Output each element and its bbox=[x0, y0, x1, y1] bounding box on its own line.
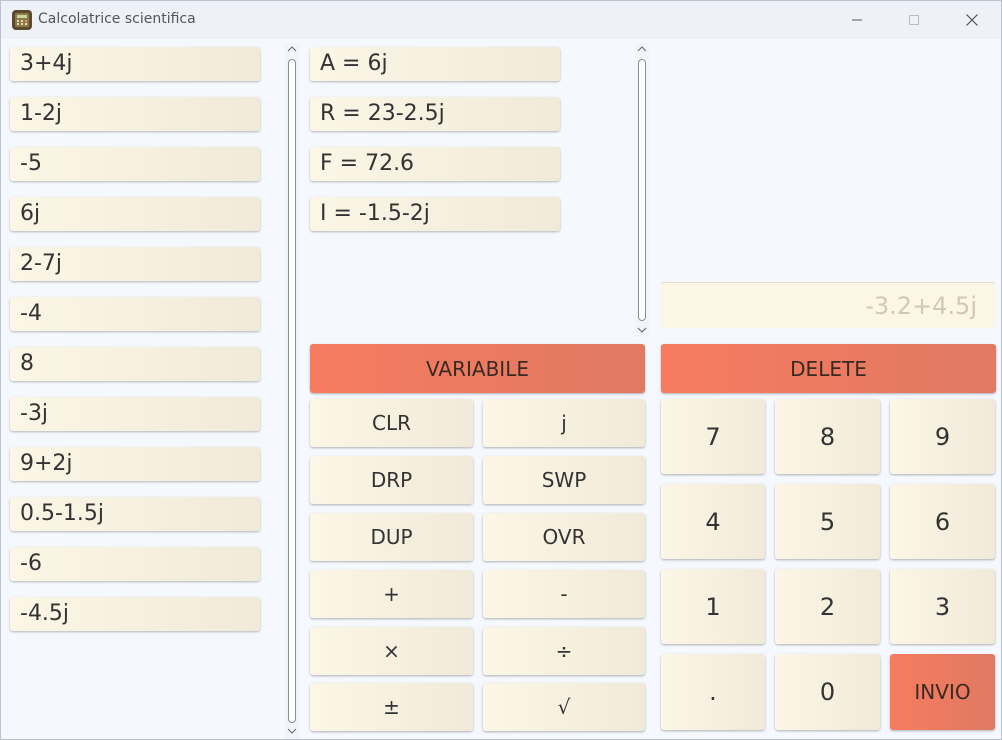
scroll-up-icon[interactable] bbox=[285, 43, 299, 55]
digit-1-button[interactable]: 1 bbox=[661, 569, 765, 644]
stack-item[interactable]: 8 bbox=[10, 347, 260, 381]
dup-button[interactable]: DUP bbox=[310, 513, 473, 561]
calculator-window: Calcolatrice scientifica 3+4j 1-2j -5 6j… bbox=[0, 0, 1002, 740]
input-display[interactable]: -3.2+4.5j bbox=[661, 282, 995, 328]
digit-2-button[interactable]: 2 bbox=[775, 569, 880, 644]
minimize-button[interactable] bbox=[828, 1, 886, 39]
stack-item[interactable]: -4 bbox=[10, 297, 260, 331]
multiply-button[interactable]: × bbox=[310, 627, 473, 675]
clr-button[interactable]: CLR bbox=[310, 399, 473, 447]
calculator-app-icon bbox=[12, 10, 32, 30]
stack-item[interactable]: 6j bbox=[10, 197, 260, 231]
variable-item[interactable]: A = 6j bbox=[310, 47, 560, 81]
variables-scroll-thumb[interactable] bbox=[638, 59, 646, 321]
drp-button[interactable]: DRP bbox=[310, 456, 473, 504]
stack-item[interactable]: 9+2j bbox=[10, 447, 260, 481]
stack-item[interactable]: 2-7j bbox=[10, 247, 260, 281]
invio-button[interactable]: INVIO bbox=[890, 654, 995, 730]
variable-item[interactable]: I = -1.5-2j bbox=[310, 197, 560, 231]
close-icon bbox=[966, 14, 978, 26]
variable-item[interactable]: F = 72.6 bbox=[310, 147, 560, 181]
variabile-button[interactable]: VARIABILE bbox=[310, 344, 645, 393]
stack-item[interactable]: 1-2j bbox=[10, 97, 260, 131]
decimal-point-button[interactable]: . bbox=[661, 654, 765, 730]
variable-item[interactable]: R = 23-2.5j bbox=[310, 97, 560, 131]
stack-scrollbar[interactable] bbox=[285, 43, 299, 739]
digit-4-button[interactable]: 4 bbox=[661, 484, 765, 559]
scroll-down-icon[interactable] bbox=[285, 725, 299, 737]
digit-9-button[interactable]: 9 bbox=[890, 399, 995, 474]
maximize-button[interactable] bbox=[885, 1, 943, 39]
minimize-icon bbox=[852, 19, 862, 21]
digit-3-button[interactable]: 3 bbox=[890, 569, 995, 644]
add-button[interactable]: + bbox=[310, 570, 473, 618]
stack-item[interactable]: -5 bbox=[10, 147, 260, 181]
plus-minus-button[interactable]: ± bbox=[310, 683, 473, 731]
scroll-up-icon[interactable] bbox=[635, 43, 649, 55]
stack-item[interactable]: -6 bbox=[10, 547, 260, 581]
digit-8-button[interactable]: 8 bbox=[775, 399, 880, 474]
subtract-button[interactable]: - bbox=[483, 570, 645, 618]
scroll-down-icon[interactable] bbox=[635, 324, 649, 336]
stack-item[interactable]: -3j bbox=[10, 397, 260, 431]
maximize-icon bbox=[909, 15, 919, 25]
stack-item[interactable]: 3+4j bbox=[10, 47, 260, 81]
stack-scroll-thumb[interactable] bbox=[288, 59, 296, 723]
window-title: Calcolatrice scientifica bbox=[38, 11, 196, 27]
digit-6-button[interactable]: 6 bbox=[890, 484, 995, 559]
variables-scrollbar[interactable] bbox=[635, 43, 649, 337]
swp-button[interactable]: SWP bbox=[483, 456, 645, 504]
ovr-button[interactable]: OVR bbox=[483, 513, 645, 561]
divide-button[interactable]: ÷ bbox=[483, 627, 645, 675]
imaginary-j-button[interactable]: j bbox=[483, 399, 645, 447]
sqrt-button[interactable]: √ bbox=[483, 683, 645, 731]
digit-5-button[interactable]: 5 bbox=[775, 484, 880, 559]
close-button[interactable] bbox=[943, 1, 1001, 39]
stack-item[interactable]: -4.5j bbox=[10, 597, 260, 631]
delete-button[interactable]: DELETE bbox=[661, 344, 996, 393]
digit-7-button[interactable]: 7 bbox=[661, 399, 765, 474]
digit-0-button[interactable]: 0 bbox=[775, 654, 880, 730]
stack-item[interactable]: 0.5-1.5j bbox=[10, 497, 260, 531]
title-bar: Calcolatrice scientifica bbox=[1, 1, 1001, 39]
